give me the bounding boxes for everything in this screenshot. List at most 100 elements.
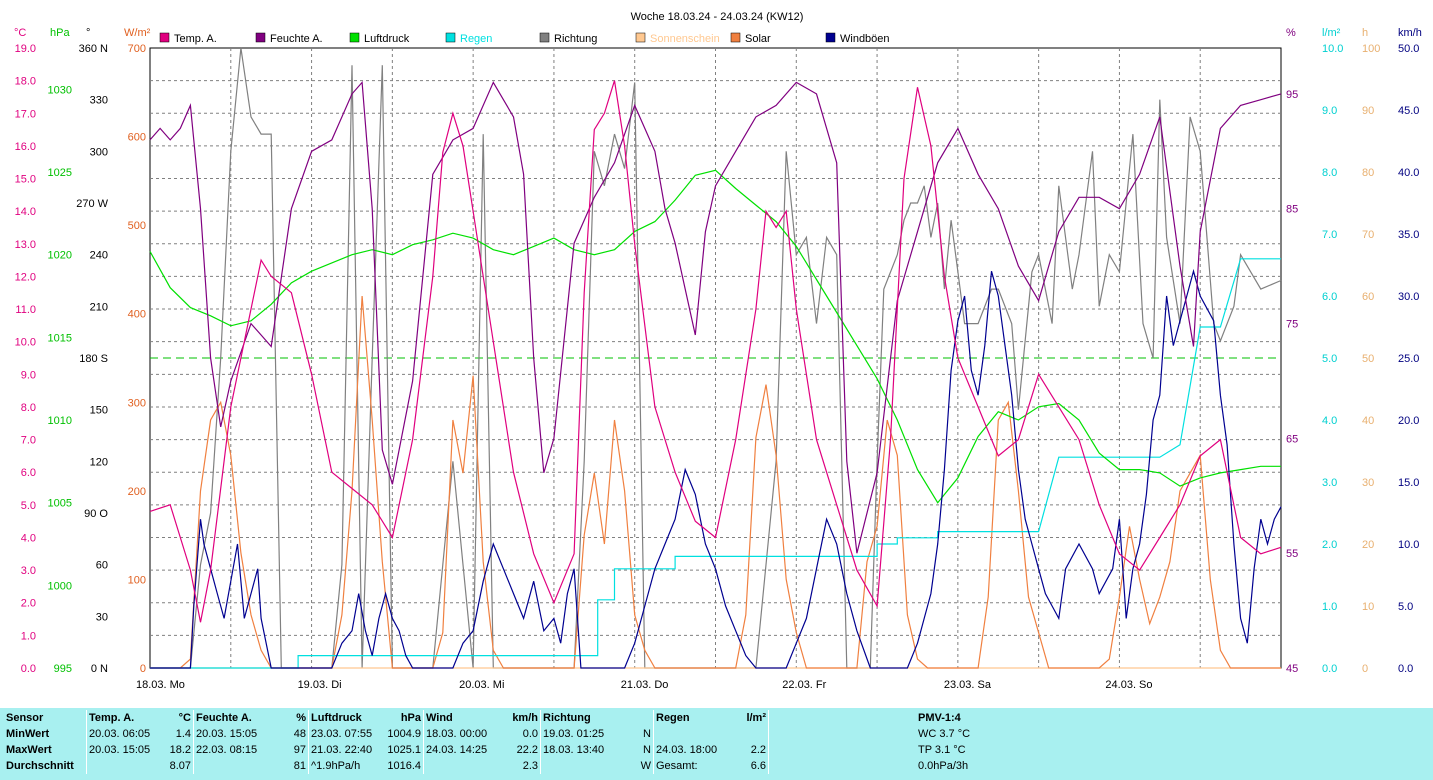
day-label: 24.03. So (1105, 679, 1152, 691)
stats-direction-time: 19.03. 01:25 (540, 726, 635, 742)
axis-tick-label: 18.0 (15, 76, 36, 88)
legend-swatch (635, 32, 646, 43)
axis-tick-label: 270 W (76, 198, 108, 210)
weather-chart: Woche 18.03.24 - 24.03.24 (KW12) Temp. A… (14, 11, 1422, 691)
axis-tick-label: 8.0 (1322, 167, 1337, 179)
axis-tick-label: 1030 (48, 84, 72, 96)
axis-tick-label: 9.0 (1322, 105, 1337, 117)
stats-row-label: MaxWert (6, 744, 52, 756)
axis-tick-label: 1000 (48, 580, 72, 592)
axis-tick-label: 11.0 (15, 304, 36, 316)
axis-unit-label: W/m² (124, 27, 151, 39)
day-label: 20.03. Mi (459, 679, 504, 691)
axis-tick-label: 10.0 (15, 337, 36, 349)
stats-header-humidity-unit: % (296, 712, 306, 724)
axis-tick-label: 330 (90, 95, 108, 107)
stats-humidity-time: 22.03. 08:15 (193, 742, 282, 758)
axis-tick-label: 2.0 (21, 598, 36, 610)
axis-tick-label: 1005 (48, 498, 72, 510)
axis-tick-label: 1025 (48, 167, 72, 179)
axis-tick-label: 240 (90, 250, 108, 262)
legend: Temp. A. Feuchte A. Luftdruck Regen Richtung… (159, 32, 890, 45)
stats-direction-value: N (643, 728, 651, 740)
stats-temp-time: 20.03. 06:05 (86, 726, 165, 742)
axis-tick-label: 45.0 (1398, 105, 1419, 117)
axis-tick-label: 15.0 (1398, 477, 1419, 489)
axis-tick-label: 75 (1286, 319, 1298, 331)
stats-rain-time (653, 726, 738, 742)
axis-tick-label: 6.0 (1322, 291, 1337, 303)
pmv-title: PMV-1:4 (918, 712, 961, 724)
axis-tick-label: 15.0 (15, 174, 36, 186)
axis-tick-label: 400 (128, 309, 146, 321)
legend-swatch (255, 32, 266, 43)
axis-tick-label: 120 (90, 456, 108, 468)
axis-tick-label: 55 (1286, 548, 1298, 560)
stats-humidity-time: 20.03. 15:05 (193, 726, 282, 742)
axis-tick-label: 1020 (48, 250, 72, 262)
stats-wind-value: 0.0 (522, 728, 538, 740)
legend-swatch (349, 32, 360, 43)
axis-tick-label: 60 (96, 560, 108, 572)
axis-tick-label: 2.0 (1322, 539, 1337, 551)
axis-unit-label: h (1362, 27, 1368, 39)
stats-direction-time (540, 758, 635, 774)
stats-temp-time (86, 758, 165, 774)
stats-header-wind-unit: km/h (512, 712, 538, 724)
axis-tick-label: 80 (1362, 167, 1374, 179)
axis-tick-label: 0 (140, 663, 146, 675)
axis-tick-label: 20.0 (1398, 415, 1419, 427)
stats-header-direction: Richtung (540, 710, 635, 726)
stats-wind-value: 22.2 (516, 744, 538, 756)
stats-temp-value: 1.4 (175, 728, 191, 740)
stats-header-humidity: Feuchte A. (193, 710, 282, 726)
axis-tick-label: 45 (1286, 663, 1298, 675)
stats-header-wind: Wind (423, 710, 502, 726)
legend-label: Temp. A. (174, 33, 217, 45)
day-label: 23.03. Sa (944, 679, 992, 691)
axis-tick-label: 5.0 (1398, 601, 1413, 613)
stats-pressure-time: 21.03. 22:40 (308, 742, 381, 758)
legend-label: Regen (460, 33, 492, 45)
axis-unit-label: % (1286, 27, 1296, 39)
axis-tick-label: 70 (1362, 229, 1374, 241)
legend-label: Windböen (840, 33, 890, 45)
axis-unit-label: hPa (50, 27, 70, 39)
axis-tick-label: 7.0 (21, 435, 36, 447)
axis-tick-label: 6.0 (21, 467, 36, 479)
pmv-windchill: WC 3.7 °C (918, 728, 971, 740)
stats-row-min: MinWert 20.03. 06:05 1.4 20.03. 15:05 48… (4, 726, 769, 742)
pmv-dewpoint: TP 3.1 °C (918, 744, 966, 756)
axis-tick-label: 12.0 (15, 271, 36, 283)
axis-tick-label: 30 (96, 611, 108, 623)
axis-tick-label: 65 (1286, 433, 1298, 445)
axis-tick-label: 300 (90, 146, 108, 158)
stats-rain-value (738, 726, 769, 742)
axis-tick-label: 40.0 (1398, 167, 1419, 179)
axis-tick-label: 17.0 (15, 108, 36, 120)
axis-tick-label: 1.0 (1322, 601, 1337, 613)
axis-tick-label: 600 (128, 132, 146, 144)
axis-tick-label: 0 (1362, 663, 1368, 675)
legend-label: Richtung (554, 33, 597, 45)
axis-tick-label: 210 (90, 301, 108, 313)
axis-tick-label: 60 (1362, 291, 1374, 303)
axis-tick-label: 35.0 (1398, 229, 1419, 241)
axis-tick-label: 40 (1362, 415, 1374, 427)
axis-tick-label: 995 (54, 663, 72, 675)
stats-header-rain: Regen (653, 710, 738, 726)
stats-direction-time: 18.03. 13:40 (540, 742, 635, 758)
pmv-pressure-trend: 0.0hPa/3h (918, 760, 969, 772)
stats-temp-value: 18.2 (169, 744, 191, 756)
stats-rain-time: 24.03. 18:00 (653, 742, 738, 758)
axis-tick-label: 3.0 (21, 565, 36, 577)
stats-wind-time: 18.03. 00:00 (423, 726, 502, 742)
axis-tick-label: 7.0 (1322, 229, 1337, 241)
axis-tick-label: 200 (128, 486, 146, 498)
axis-tick-label: 0.0 (21, 663, 36, 675)
legend-swatch (539, 32, 550, 43)
axis-tick-label: 19.0 (15, 43, 36, 55)
axis-tick-label: 10.0 (1322, 43, 1343, 55)
axis-unit-label: °C (14, 27, 26, 39)
stats-wind-value: 2.3 (522, 760, 538, 772)
